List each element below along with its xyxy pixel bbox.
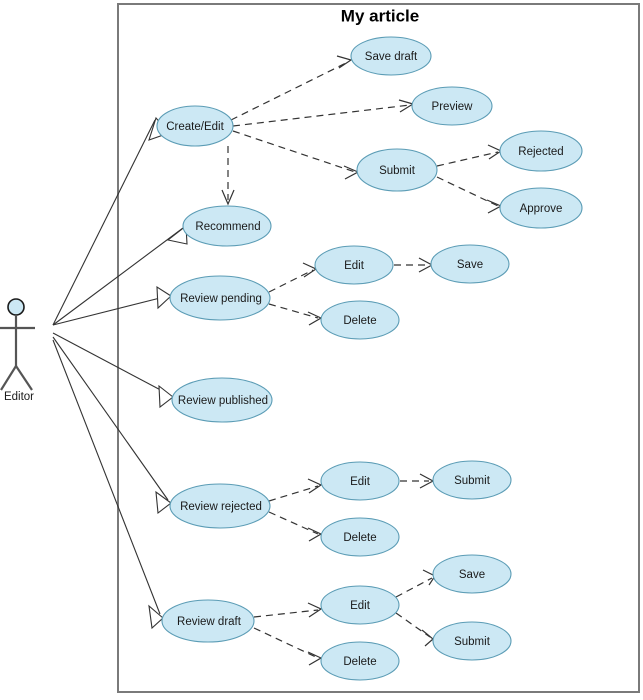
use-case-submit-draft[interactable]: Submit: [432, 621, 512, 661]
dep-arrowhead-approve: [486, 199, 503, 214]
use-case-label: Review draft: [177, 616, 242, 628]
dep-line-edit-save-draft[interactable]: [395, 577, 433, 598]
dep-arrowhead-edit-pending: [302, 262, 318, 278]
dep-arrowhead-submit-draft: [421, 629, 434, 647]
use-case-label: Review published: [178, 395, 268, 407]
use-case-label: Rejected: [518, 146, 563, 158]
use-case-label: Delete: [343, 315, 376, 327]
use-case-delete-pending[interactable]: Delete: [320, 300, 400, 340]
use-case-label: Submit: [454, 636, 491, 648]
dep-arrowhead-delete-rejected: [307, 527, 323, 542]
dep-arrowhead-rejected: [487, 144, 503, 160]
use-case-edit-draft[interactable]: Edit: [320, 585, 400, 625]
dep-line-reviewrejected-delete[interactable]: [268, 511, 319, 535]
use-case-delete-draft[interactable]: Delete: [320, 641, 400, 681]
use-case-diagram-root: My article Editor Create/Edit Save draft…: [0, 0, 643, 700]
use-case-label: Create/Edit: [166, 121, 224, 133]
use-case-create-edit[interactable]: Create/Edit: [156, 105, 234, 147]
use-case-label: Submit: [454, 475, 491, 487]
actor-left-leg-line: [0, 365, 17, 391]
dep-line-submit-approve[interactable]: [436, 176, 499, 207]
dep-line-reviewpending-delete[interactable]: [268, 303, 319, 319]
actor-editor[interactable]: Editor: [0, 298, 35, 403]
use-case-rejected[interactable]: Rejected: [499, 130, 583, 172]
assoc-line-editor-review-pending[interactable]: [52, 295, 169, 326]
use-case-save-draft[interactable]: Save draft: [350, 36, 432, 76]
assoc-arrowhead-review-draft: [148, 604, 164, 630]
association-lines-group: [52, 116, 188, 630]
assoc-arrowhead-review-pending: [156, 285, 172, 310]
use-case-label: Delete: [343, 532, 376, 544]
use-case-label: Edit: [350, 476, 371, 488]
assoc-line-editor-review-rejected[interactable]: [52, 336, 169, 501]
dep-arrowhead-submit-top: [343, 165, 360, 180]
use-case-label: Review pending: [180, 293, 262, 305]
assoc-arrowhead-review-rejected: [155, 490, 172, 515]
dep-line-submit-rejected[interactable]: [436, 151, 499, 167]
use-case-review-draft[interactable]: Review draft: [161, 599, 255, 643]
use-case-label: Edit: [344, 260, 365, 272]
dep-arrowhead-delete-pending: [307, 311, 323, 326]
use-case-edit-pending[interactable]: Edit: [314, 245, 394, 285]
use-case-label: Recommend: [195, 221, 260, 233]
use-case-recommend[interactable]: Recommend: [182, 205, 272, 247]
dep-line-createedit-submit[interactable]: [232, 130, 356, 173]
use-case-label: Save: [459, 569, 485, 581]
dep-line-createedit-savedraft[interactable]: [230, 61, 349, 121]
use-case-edit-rejected[interactable]: Edit: [320, 461, 400, 501]
use-case-label: Delete: [343, 656, 376, 668]
dep-line-reviewpending-edit[interactable]: [268, 269, 314, 293]
use-case-save-draft-branch[interactable]: Save: [432, 554, 512, 594]
use-case-delete-rejected[interactable]: Delete: [320, 517, 400, 557]
use-case-label: Preview: [432, 101, 474, 113]
page-title: My article: [341, 6, 419, 25]
assoc-line-editor-create-edit[interactable]: [52, 119, 156, 326]
use-case-preview[interactable]: Preview: [411, 86, 493, 126]
use-case-save-pending[interactable]: Save: [430, 244, 510, 284]
dep-line-edit-submit-draft[interactable]: [395, 612, 431, 638]
use-case-submit-top[interactable]: Submit: [356, 148, 438, 192]
dep-line-reviewdraft-delete[interactable]: [253, 627, 319, 659]
use-case-submit-rejected[interactable]: Submit: [432, 460, 512, 500]
assoc-arrowhead-review-published: [158, 384, 174, 409]
use-case-approve[interactable]: Approve: [499, 187, 583, 229]
uml-canvas: My article Editor Create/Edit Save draft…: [0, 3, 640, 693]
dep-line-reviewrejected-edit[interactable]: [268, 485, 319, 502]
use-case-review-published[interactable]: Review published: [171, 377, 273, 423]
actor-head-icon: [7, 298, 25, 316]
dep-line-createedit-preview[interactable]: [232, 104, 411, 127]
actor-label: Editor: [4, 391, 34, 403]
actor-right-leg-line: [15, 365, 33, 391]
use-case-label: Save: [457, 259, 483, 271]
use-case-label: Review rejected: [180, 501, 262, 513]
use-case-label: Save draft: [365, 51, 418, 63]
use-cases-group: Create/Edit Save draft Preview Submit Re…: [156, 36, 583, 681]
use-case-review-rejected[interactable]: Review rejected: [169, 483, 271, 529]
use-case-label: Edit: [350, 600, 371, 612]
use-case-review-pending[interactable]: Review pending: [169, 275, 271, 321]
use-case-label: Approve: [520, 203, 563, 215]
use-case-label: Submit: [379, 165, 416, 177]
dep-arrowhead-edit-rejected: [307, 478, 323, 494]
dep-line-reviewdraft-edit[interactable]: [253, 609, 319, 618]
